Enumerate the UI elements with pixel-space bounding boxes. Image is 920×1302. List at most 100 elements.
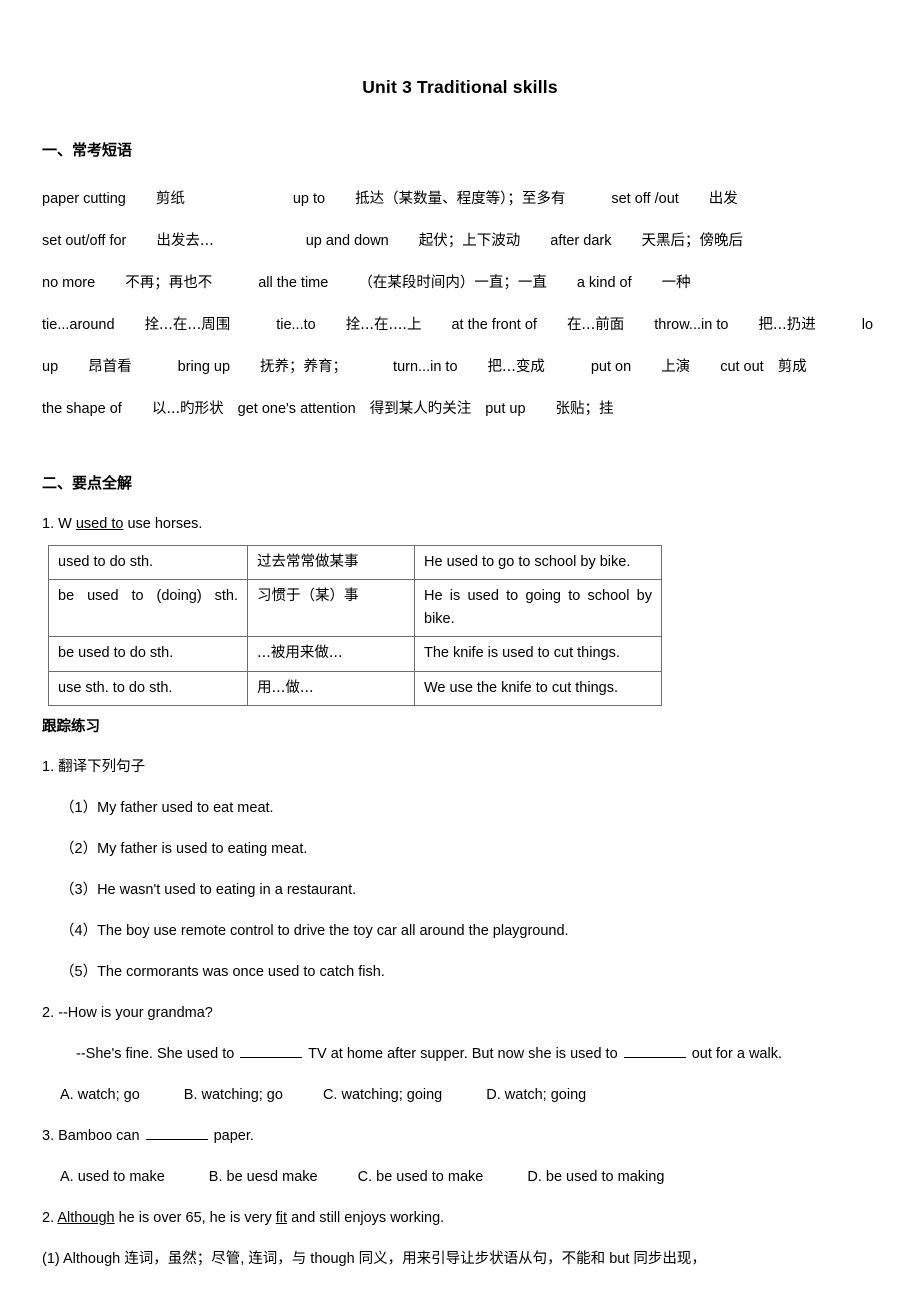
key-point-1-suffix: use horses. (123, 515, 203, 532)
phrase-line: the shape of 以...旳形状 get one's attention 得到… (42, 388, 920, 430)
phrase-term: set off /out (611, 191, 679, 208)
exercise-2-text-b: TV at home after supper. But now she is … (304, 1046, 622, 1063)
phrase-translation: 得到某人旳关注 (369, 401, 472, 418)
table-row: used to do sth. 过去常常做某事 He used to go to s… (48, 544, 662, 581)
exercise-2-text-c: out for a walk. (687, 1046, 782, 1063)
phrase-term: lo (861, 317, 874, 334)
table-cell-meaning: 用...做... (247, 670, 415, 707)
practice-heading: 跟踪练习 (42, 719, 100, 736)
exercise-2-question-line2: --She's fine. She used to TV at home aft… (0, 1044, 920, 1065)
phrase-term: tie...around (42, 317, 115, 334)
exercise-3-option-b[interactable]: B. be uesd make (209, 1169, 318, 1185)
phrase-term: up and down (305, 233, 389, 250)
phrase-term: get one's attention (237, 401, 356, 418)
table-cell-structure: be used to (doing) sth. (48, 579, 248, 638)
phrase-term: up (42, 359, 59, 376)
phrase-term: tie...to (276, 317, 316, 334)
table-cell-meaning: 习惯于（某）事 (247, 579, 415, 638)
phrase-translation: 昂首看 (88, 359, 132, 376)
key-point-2-note: (1) Although 连词，虽然；尽管, 连词，与 though 同义，用来… (42, 1251, 706, 1268)
phrase-term: turn...in to (393, 359, 458, 376)
key-point-2-suffix: and still enjoys working. (287, 1210, 445, 1227)
phrase-line: no more 不再；再也不 all the time （在某段时间内）一直；一直 a … (42, 262, 920, 304)
key-point-1-prefix: 1. W (42, 515, 76, 532)
phrase-translation: 起伏；上下波动 (418, 233, 521, 250)
phrase-translation: 剪纸 (155, 191, 185, 208)
document-page: Unit 3 Traditional skills 一、常考短语 paper c… (0, 0, 920, 1302)
key-point-2-mid: he is over 65, he is very (114, 1210, 276, 1227)
table-cell-structure: used to do sth. (48, 544, 248, 581)
exercise-2-blank-2[interactable] (623, 1045, 686, 1059)
phrase-term: at the front of (451, 317, 537, 334)
section-heading-common-phrases: 一、常考短语 (42, 141, 133, 159)
phrase-term: after dark (550, 233, 612, 250)
phrase-term: cut out (720, 359, 764, 376)
phrase-term: no more (42, 275, 96, 292)
phrase-translation: 以...旳形状 (151, 401, 224, 418)
phrase-translation: 拴...在....上 (345, 317, 422, 334)
table-cell-meaning: 过去常常做某事 (247, 544, 415, 581)
phrase-term: throw...in to (654, 317, 729, 334)
table-cell-example: We use the knife to cut things. (414, 670, 662, 707)
exercise-2-option-a[interactable]: A. watch; go (60, 1087, 140, 1103)
exercise-3-option-c[interactable]: C. be used to make (358, 1169, 484, 1185)
phrase-translation: 出发 (708, 191, 738, 208)
key-point-2-underlined-fit: fit (275, 1210, 288, 1227)
exercise-1-items: （1）My father used to eat meat. （2）My fath… (0, 778, 920, 983)
phrase-translation: 在...前面 (566, 317, 625, 334)
exercise-2-option-b[interactable]: B. watching; go (184, 1087, 283, 1103)
exercise-1-item: （1）My father used to eat meat. (60, 799, 274, 816)
exercise-2-option-d[interactable]: D. watch; going (486, 1087, 586, 1103)
phrase-term: a kind of (576, 275, 632, 292)
table-row: be used to do sth. ...被用来做... The knife is… (48, 636, 662, 672)
phrase-term: put on (590, 359, 632, 376)
key-point-2-prefix: 2. (42, 1210, 58, 1227)
phrase-translation: 天黑后；傍晚后 (641, 233, 744, 250)
exercise-3-blank-1[interactable] (145, 1127, 208, 1141)
phrase-translation: 不再；再也不 (125, 275, 213, 292)
exercise-3-text-a: 3. Bamboo can (42, 1128, 144, 1145)
key-point-1-sentence: 1. W used to use horses. (0, 514, 920, 535)
phrase-translation: 抵达（某数量、程度等）；至多有 (355, 191, 566, 208)
table-cell-structure: use sth. to do sth. (48, 670, 248, 707)
phrase-term: set out/off for (42, 233, 127, 250)
exercise-3-options: A. used to make B. be uesd make C. be used… (0, 1167, 920, 1188)
phrase-term: up to (292, 191, 326, 208)
table-row: be used to (doing) sth. 习惯于（某）事 He is used… (48, 579, 662, 638)
phrase-translation: 一种 (661, 275, 691, 292)
phrase-translation: 抚养；养育； (260, 359, 348, 376)
table-cell-meaning: ...被用来做... (247, 636, 415, 672)
key-point-1-underlined: used to (75, 515, 124, 532)
section-heading-key-points: 二、要点全解 (42, 475, 133, 493)
phrase-term: the shape of (42, 401, 122, 418)
table-cell-structure: be used to do sth. (48, 636, 248, 672)
exercise-1-item: （4）The boy use remote control to drive t… (60, 923, 569, 940)
exercise-3-text-b: paper. (209, 1128, 254, 1145)
exercise-2-text-a: --She's fine. She used to (76, 1046, 239, 1063)
common-phrases-list: paper cutting 剪纸 up to 抵达（某数量、程度等）；至多有 set o… (0, 160, 920, 430)
exercise-1-prompt: 1. 翻译下列句子 (42, 758, 146, 775)
phrase-translation: （在某段时间内）一直；一直 (358, 275, 547, 292)
exercise-3-option-d[interactable]: D. be used to making (527, 1169, 664, 1185)
grammar-table-wrapper: used to do sth. 过去常常做某事 He used to go to s… (0, 535, 920, 707)
exercise-2-option-c[interactable]: C. watching; going (323, 1087, 442, 1103)
exercise-3-question: 3. Bamboo can paper. (0, 1126, 920, 1147)
exercise-3-option-a[interactable]: A. used to make (60, 1169, 165, 1185)
exercise-2-options: A. watch; go B. watching; go C. watching; … (0, 1085, 920, 1106)
phrase-translation: 拴...在...周围 (144, 317, 231, 334)
exercise-2-blank-1[interactable] (240, 1045, 303, 1059)
phrase-term: put up (485, 401, 526, 418)
phrase-term: all the time (258, 275, 329, 292)
